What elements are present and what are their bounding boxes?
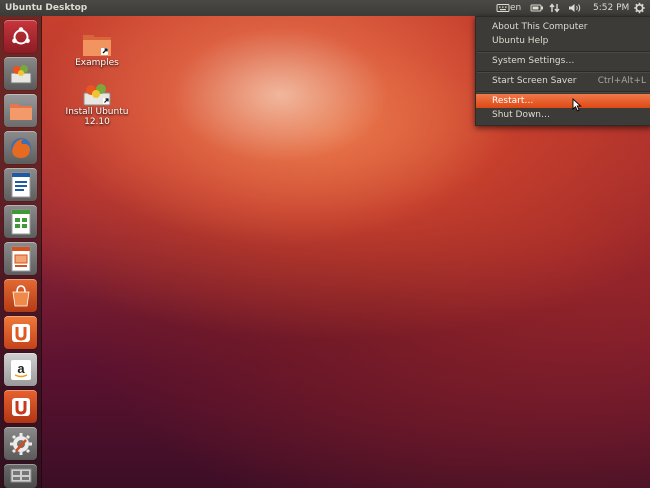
software-center-icon [4,279,37,312]
desktop-icon-label: Install Ubuntu 12.10 [65,107,129,127]
svg-text:a: a [17,361,25,376]
launcher-workspace-switcher[interactable] [4,464,37,488]
clock[interactable]: 5:52 PM [593,0,629,16]
folder-icon [4,94,37,127]
session-menu: About This Computer Ubuntu Help System S… [475,16,650,126]
menu-item-system-settings[interactable]: System Settings… [476,54,650,68]
launcher-install-ubuntu[interactable] [4,57,37,90]
desktop-icon-install-ubuntu[interactable]: Install Ubuntu 12.10 [52,81,142,127]
launcher-ubuntu-one[interactable] [4,316,37,349]
battery-indicator[interactable] [530,0,544,16]
launcher-libreoffice-writer[interactable] [4,168,37,201]
keyboard-icon [496,4,510,12]
launcher-files[interactable] [4,94,37,127]
launcher-libreoffice-impress[interactable] [4,242,37,275]
install-icon [82,81,112,107]
menu-item-label: Ubuntu Help [492,36,549,46]
window-title: Ubuntu Desktop [5,3,88,13]
launcher: a [0,16,42,488]
impress-icon [4,242,37,275]
keyboard-layout-label: en [510,3,522,13]
speaker-icon [569,4,581,12]
mouse-pointer-icon [572,98,582,112]
gear-icon [634,2,645,14]
menu-item-label: Shut Down… [492,110,551,120]
menu-separator [477,71,650,73]
launcher-software-center[interactable] [4,279,37,312]
top-panel: Ubuntu Desktop en 5:52 PM [0,0,650,16]
firefox-icon [4,131,37,164]
launcher-dash-home[interactable] [4,20,37,53]
network-arrows-icon [549,3,560,13]
settings-icon [4,427,37,460]
menu-item-label: System Settings… [492,56,575,66]
amazon-icon: a [4,353,37,386]
launcher-libreoffice-calc[interactable] [4,205,37,238]
launcher-ubuntu-one-music[interactable] [4,390,37,423]
menu-item-label: Start Screen Saver [492,76,577,86]
battery-icon [530,4,543,12]
calc-icon [4,205,37,238]
ubuntu-one-icon [4,316,37,349]
menu-separator [477,91,650,93]
desktop-icon-label: Examples [75,58,119,68]
folder-icon [82,32,112,58]
launcher-firefox[interactable] [4,131,37,164]
desktop-icon-examples[interactable]: Examples [68,32,126,68]
menu-separator [477,51,650,53]
menu-item-shut-down[interactable]: Shut Down… [476,108,650,122]
menu-item-ubuntu-help[interactable]: Ubuntu Help [476,34,650,48]
ubuntu-logo-icon [4,20,37,53]
menu-item-label: About This Computer [492,22,588,32]
launcher-system-settings[interactable] [4,427,37,460]
ubuntu-one-music-icon [4,390,37,423]
menu-item-start-screen-saver[interactable]: Start Screen Saver Ctrl+Alt+L [476,74,650,88]
menu-item-shortcut: Ctrl+Alt+L [597,76,646,86]
install-icon [4,57,37,90]
session-indicator[interactable] [633,0,646,16]
writer-icon [4,168,37,201]
menu-item-restart[interactable]: Restart… [476,94,650,108]
sound-indicator[interactable] [568,0,582,16]
menu-item-label: Restart… [492,96,534,106]
workspace-icon [4,464,37,488]
menu-item-about-this-computer[interactable]: About This Computer [476,20,650,34]
launcher-amazon[interactable]: a [4,353,37,386]
keyboard-indicator[interactable]: en [496,0,521,16]
network-indicator[interactable] [549,0,561,16]
